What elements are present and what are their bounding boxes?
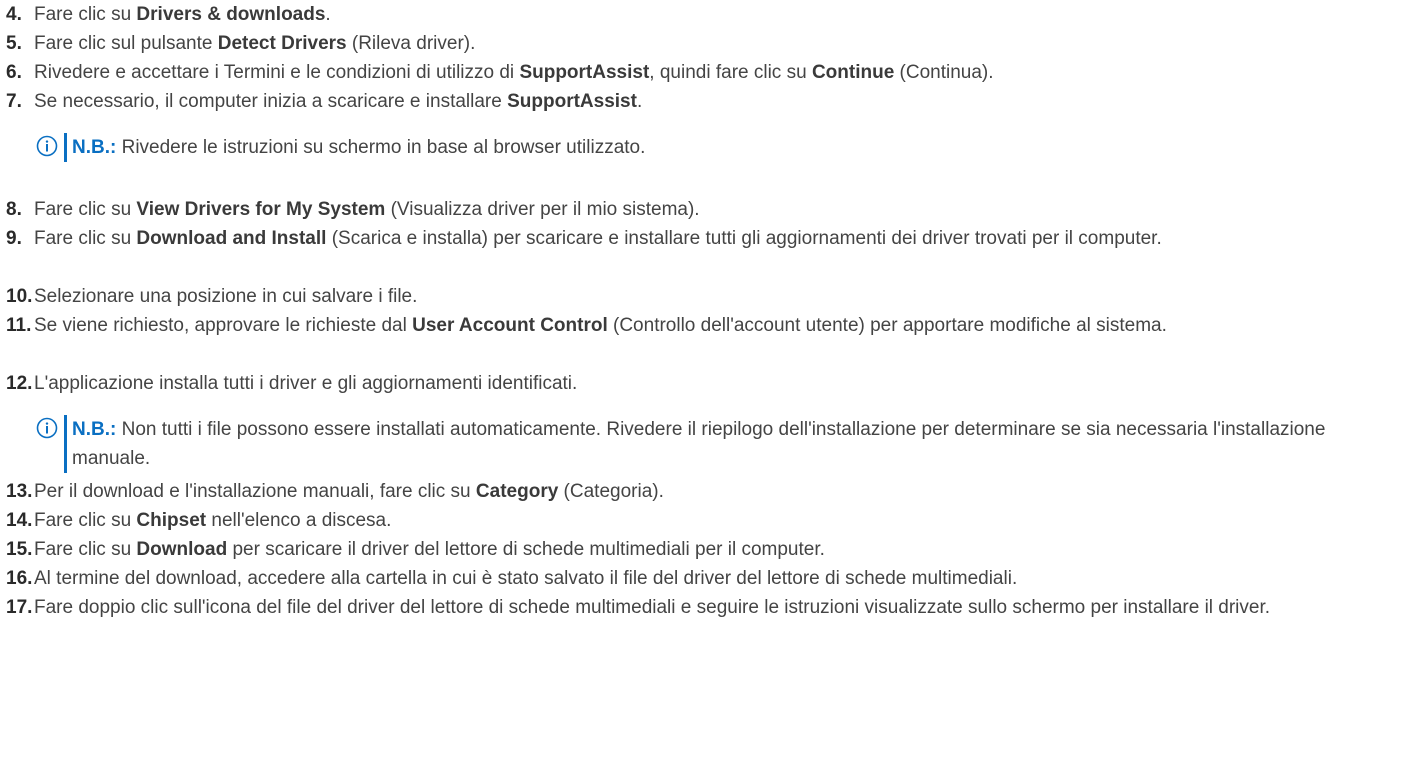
step-number: 9. [6,228,22,249]
step-emphasis: Download [136,539,228,560]
list-item: 10. Selezionare una posizione in cui salv… [6,282,1398,311]
step-text-run: (Scarica e installa) per scaricare e ins… [326,228,1162,249]
step-emphasis: Drivers & downloads [136,4,326,25]
step-number: 11. [6,315,32,336]
step-emphasis: Category [475,481,559,502]
step-text-run: Fare clic su [34,228,137,249]
step-text: Fare clic su Chipset nell'elenco a disce… [34,506,1398,535]
step-number: 17. [6,597,33,618]
note-label: N.B.: [72,137,117,158]
list-item: 13. Per il download e l'installazione man… [6,477,1398,506]
list-item: 15. Fare clic su Download per scaricare i… [6,535,1398,564]
list-item: 17. Fare doppio clic sull'icona del file … [6,593,1398,622]
step-emphasis: SupportAssist [519,62,650,83]
step-number: 5. [6,33,22,54]
step-text-run: (Controllo dell'account utente) per appo… [607,315,1167,336]
step-emphasis: Continue [811,62,895,83]
step-emphasis: View Drivers for My System [136,199,386,220]
step-text-run: Rivedere e accettare i Termini e le cond… [34,62,520,83]
step-emphasis: SupportAssist [507,91,637,112]
step-text-run: Fare clic su [34,4,137,25]
step-emphasis: Detect Drivers [217,33,347,54]
list-item: 16. Al termine del download, accedere all… [6,564,1398,593]
step-text-run: Per il download e l'installazione manual… [34,481,476,502]
list-item: 11. Se viene richiesto, approvare le rich… [6,311,1398,340]
step-text-run: (Categoria). [558,481,664,502]
step-text: Fare clic su Download and Install (Scari… [34,224,1398,253]
note-divider [64,133,67,162]
note-body: Non tutti i file possono essere installa… [72,419,1326,469]
step-text-run: nell'elenco a discesa. [206,510,392,531]
step-text-run: . [636,91,643,112]
list-item: 6. Rivedere e accettare i Termini e le co… [6,58,1398,87]
note-body: Rivedere le istruzioni su schermo in bas… [116,137,646,158]
step-text-run: (Visualizza driver per il mio sistema). [385,199,700,220]
step-text-run: Se necessario, il computer inizia a scar… [34,91,508,112]
step-number: 4. [6,4,22,25]
note-label: N.B.: [72,419,117,440]
step-text: Se necessario, il computer inizia a scar… [34,87,1398,116]
step-text-run: Fare clic su [34,539,137,560]
step-text: Fare clic su Drivers & downloads. [34,0,1398,29]
step-number: 16. [6,568,33,589]
step-number: 10. [6,286,33,307]
step-number: 14. [6,510,33,531]
note-text: N.B.: Non tutti i file possono essere in… [72,415,1396,473]
step-text-run: . [325,4,331,25]
step-text-run: per scaricare il driver del lettore di s… [227,539,825,560]
step-text: Per il download e l'installazione manual… [34,477,1398,506]
step-text-run: (Rileva driver). [346,33,476,54]
step-text-run: Fare clic su [34,199,137,220]
step-text: Fare clic su Download per scaricare il d… [34,535,1398,564]
step-emphasis: Chipset [136,510,207,531]
step-text: Rivedere e accettare i Termini e le cond… [34,58,1398,87]
step-text: Fare clic sul pulsante Detect Drivers (R… [34,29,1398,58]
step-number: 7. [6,91,22,112]
step-text: Al termine del download, accedere alla c… [34,564,1398,593]
step-text-run: , quindi fare clic su [649,62,812,83]
step-text-run: Fare clic su [34,510,137,531]
step-text: L'applicazione installa tutti i driver e… [34,369,1398,398]
info-icon [36,417,62,439]
list-item: 14. Fare clic su Chipset nell'elenco a di… [6,506,1398,535]
step-text-run: Fare clic sul pulsante [34,33,218,54]
note-callout: N.B.: Non tutti i file possono essere in… [36,415,1396,473]
step-text: Fare clic su View Drivers for My System … [34,195,1398,224]
list-item: 12. L'applicazione installa tutti i drive… [6,369,1398,398]
info-icon [36,135,62,157]
step-text-run: Fare doppio clic sull'icona del file del… [34,597,1271,618]
step-number: 12. [6,373,33,394]
step-number: 15. [6,539,33,560]
step-emphasis: Download and Install [136,228,327,249]
step-text-run: Al termine del download, accedere alla c… [34,568,1018,589]
list-item: 5. Fare clic sul pulsante Detect Drivers … [6,29,1398,58]
note-callout: N.B.: Rivedere le istruzioni su schermo … [36,133,1396,162]
step-text-run: L'applicazione installa tutti i driver e… [34,373,578,394]
step-number: 13. [6,481,33,502]
step-number: 6. [6,62,22,83]
step-text-run: (Continua). [894,62,994,83]
note-divider [64,415,67,473]
list-item: 4. Fare clic su Drivers & downloads. [6,0,1398,29]
step-text-run: Se viene richiesto, approvare le richies… [34,315,413,336]
list-item: 7. Se necessario, il computer inizia a sc… [6,87,1398,116]
list-item: 8. Fare clic su View Drivers for My Syste… [6,195,1398,224]
step-text: Se viene richiesto, approvare le richies… [34,311,1398,340]
list-item: 9. Fare clic su Download and Install (Sca… [6,224,1398,253]
note-text: N.B.: Rivedere le istruzioni su schermo … [72,133,1396,162]
step-text: Selezionare una posizione in cui salvare… [34,282,1398,311]
step-number: 8. [6,199,22,220]
step-text: Fare doppio clic sull'icona del file del… [34,593,1398,622]
step-emphasis: User Account Control [412,315,608,336]
step-text-run: Selezionare una posizione in cui salvare… [34,286,418,307]
